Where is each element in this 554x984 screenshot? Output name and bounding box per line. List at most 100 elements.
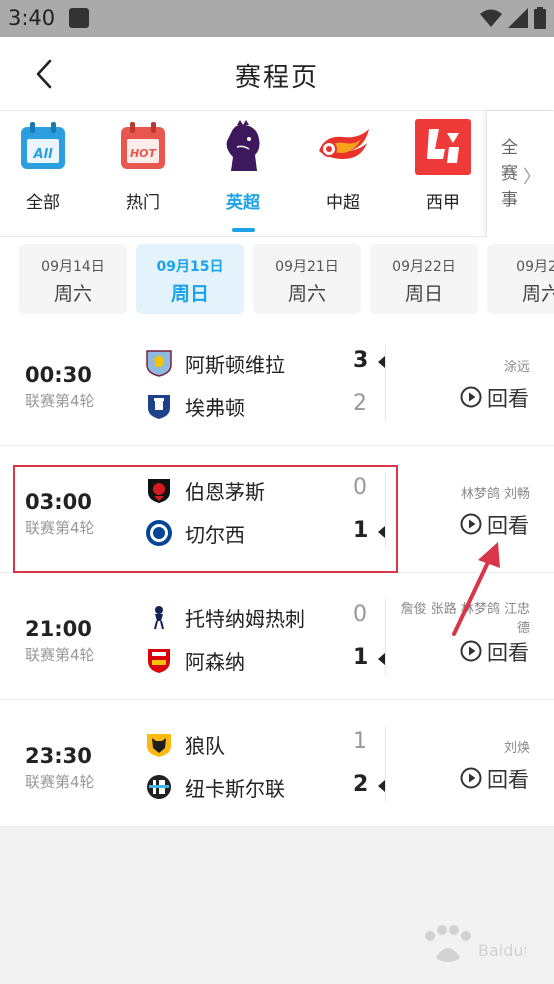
tab-csl[interactable]: 中超 bbox=[305, 119, 381, 213]
home-score: 3 bbox=[353, 348, 369, 373]
winner-marker-icon bbox=[378, 653, 385, 665]
date-weekday: 周六 bbox=[53, 283, 92, 305]
match-time: 00:30 bbox=[25, 363, 92, 387]
tottenham-crest-icon bbox=[154, 606, 164, 630]
active-tab-indicator bbox=[232, 228, 255, 232]
replay-label: 回看 bbox=[487, 768, 529, 792]
csl-flame-icon bbox=[319, 129, 369, 159]
date-weekday: 周日 bbox=[170, 283, 209, 305]
wolves-crest-icon bbox=[147, 734, 171, 757]
replay-button[interactable]: 回看 bbox=[460, 510, 534, 538]
tab-hot[interactable]: HOT 热门 bbox=[105, 119, 181, 213]
aston-villa-crest-icon bbox=[146, 350, 172, 377]
chevron-right-icon: 〉 bbox=[523, 167, 541, 188]
annotation-arrow-icon bbox=[452, 542, 500, 636]
match-time: 23:30 bbox=[25, 744, 92, 768]
replay-button[interactable]: 回看 bbox=[460, 637, 534, 665]
date-selector: 09月14日 周六 09月15日 周日 09月21日 周六 09月22日 周日 … bbox=[0, 237, 554, 319]
hot-badge: HOT bbox=[130, 147, 158, 160]
hot-calendar-icon: HOT bbox=[121, 122, 165, 169]
annotation-highlight-box bbox=[13, 465, 398, 573]
date-weekday: 周日 bbox=[404, 283, 443, 305]
date-chip-selected[interactable]: 09月15日 周日 bbox=[136, 244, 244, 314]
away-score: 1 bbox=[353, 645, 369, 670]
tab-all[interactable]: All 全部 bbox=[5, 119, 81, 213]
all-competitions-label: 全赛事 bbox=[501, 138, 518, 210]
divider bbox=[385, 345, 386, 421]
match-row[interactable]: 23:30 联赛第4轮 狼队 1 纽卡斯尔联 2 刘焕 回看 bbox=[0, 700, 554, 827]
commentators: 刘焕 bbox=[503, 741, 530, 756]
watermark-text: Baidu经验 bbox=[478, 941, 526, 960]
divider bbox=[385, 726, 386, 802]
tab-premier-league-label: 英超 bbox=[226, 193, 260, 213]
away-team: 阿森纳 1 bbox=[145, 644, 390, 676]
team-name: 阿森纳 bbox=[185, 650, 245, 674]
date-day: 09月15日 bbox=[156, 259, 224, 275]
all-badge: All bbox=[33, 147, 54, 162]
away-team: 埃弗顿 2 bbox=[145, 390, 390, 422]
date-chip[interactable]: 09月28 周六 bbox=[487, 244, 554, 314]
date-chip[interactable]: 09月14日 周六 bbox=[19, 244, 127, 314]
team-name: 狼队 bbox=[185, 734, 225, 758]
winner-marker-icon bbox=[378, 356, 385, 368]
signal-icon bbox=[508, 8, 528, 28]
match-round: 联赛第4轮 bbox=[25, 773, 95, 791]
replay-button[interactable]: 回看 bbox=[460, 383, 534, 411]
home-score: 0 bbox=[353, 602, 367, 627]
home-score: 1 bbox=[353, 729, 367, 754]
date-day: 09月21日 bbox=[275, 259, 339, 275]
newcastle-crest-icon bbox=[147, 775, 171, 799]
play-circle-icon bbox=[460, 513, 482, 535]
battery-icon bbox=[534, 7, 546, 29]
all-competitions-button[interactable]: 全赛事 〉 bbox=[486, 111, 554, 237]
date-weekday: 周六 bbox=[521, 283, 554, 305]
team-name: 阿斯顿维拉 bbox=[185, 353, 285, 377]
date-weekday: 周六 bbox=[287, 283, 326, 305]
away-team: 纽卡斯尔联 2 bbox=[145, 771, 390, 803]
date-day: 09月28 bbox=[516, 259, 554, 275]
home-team: 阿斯顿维拉 3 bbox=[145, 347, 390, 379]
tab-hot-label: 热门 bbox=[126, 193, 160, 213]
match-round: 联赛第4轮 bbox=[25, 646, 95, 664]
play-circle-icon bbox=[460, 767, 482, 789]
match-time: 21:00 bbox=[25, 617, 92, 641]
tab-csl-label: 中超 bbox=[326, 193, 360, 213]
match-row[interactable]: 00:30 联赛第4轮 阿斯顿维拉 3 埃弗顿 2 涂远 回看 bbox=[0, 319, 554, 446]
commentators: 涂远 bbox=[503, 360, 530, 375]
baidu-jingyan-watermark: Baidu经验 bbox=[425, 925, 526, 962]
team-name: 埃弗顿 bbox=[185, 396, 245, 420]
commentators: 林梦鸽 刘畅 bbox=[460, 487, 530, 502]
date-chip[interactable]: 09月22日 周日 bbox=[370, 244, 478, 314]
replay-label: 回看 bbox=[487, 387, 529, 411]
replay-button[interactable]: 回看 bbox=[460, 764, 534, 792]
laliga-icon bbox=[415, 119, 471, 175]
notification-icon bbox=[69, 8, 89, 28]
wifi-icon bbox=[480, 9, 502, 27]
team-name: 托特纳姆热刺 bbox=[185, 607, 305, 631]
away-score: 2 bbox=[353, 772, 369, 797]
date-chip[interactable]: 09月21日 周六 bbox=[253, 244, 361, 314]
app-header: 赛程页 bbox=[0, 37, 554, 111]
date-day: 09月14日 bbox=[41, 259, 105, 275]
home-team: 托特纳姆热刺 0 bbox=[145, 601, 390, 633]
winner-marker-icon bbox=[378, 780, 385, 792]
status-bar: 3:40 bbox=[0, 0, 554, 37]
away-score: 2 bbox=[353, 391, 367, 416]
arsenal-crest-icon bbox=[148, 649, 170, 673]
tab-laliga[interactable]: 西甲 bbox=[405, 119, 481, 213]
everton-crest-icon bbox=[148, 395, 170, 419]
page-title: 赛程页 bbox=[234, 63, 319, 93]
play-circle-icon bbox=[460, 640, 482, 662]
all-calendar-icon: All bbox=[21, 122, 65, 169]
play-circle-icon bbox=[460, 386, 482, 408]
league-tabs: All 全部 HOT 热门 英超 中超 西甲 全赛事 〉 bbox=[0, 111, 554, 237]
premier-league-lion-icon bbox=[226, 120, 260, 171]
divider bbox=[385, 599, 386, 675]
tab-all-label: 全部 bbox=[26, 193, 60, 213]
home-team: 狼队 1 bbox=[145, 728, 390, 760]
date-day: 09月22日 bbox=[392, 259, 456, 275]
status-time: 3:40 bbox=[8, 6, 56, 30]
replay-label: 回看 bbox=[487, 514, 529, 538]
tab-premier-league[interactable]: 英超 bbox=[205, 119, 281, 213]
team-name: 纽卡斯尔联 bbox=[185, 777, 285, 801]
